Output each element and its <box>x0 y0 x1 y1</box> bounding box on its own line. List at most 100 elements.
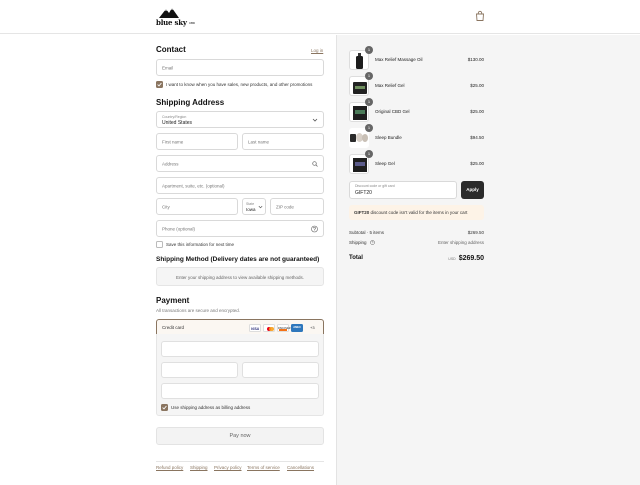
item-price: $25.00 <box>470 83 484 88</box>
shipping-method-heading: Shipping Method (Delivery dates are not … <box>156 256 320 263</box>
chevron-down-icon <box>258 205 263 208</box>
shipping-method-notice: Enter your shipping address to view avai… <box>156 267 324 286</box>
item-price: $25.00 <box>470 109 484 114</box>
credit-card-option[interactable]: Credit card VISA DISCOVER AMEX +3 <box>156 319 324 335</box>
footer-divider <box>156 461 324 462</box>
save-info-checkbox[interactable] <box>156 241 163 248</box>
last-name-field[interactable]: Last name <box>242 133 324 150</box>
search-icon <box>312 160 318 167</box>
name-on-card-field[interactable] <box>161 383 319 399</box>
shipping-address-heading: Shipping Address <box>156 98 225 107</box>
footer-link-terms[interactable]: Terms of service <box>247 465 280 470</box>
address-placeholder: Address <box>162 161 179 166</box>
address-field[interactable]: Address <box>156 155 324 172</box>
discount-label: Discount code or gift card <box>355 184 395 188</box>
phone-field[interactable]: Phone (optional) <box>156 220 324 237</box>
state-label: State <box>246 202 255 206</box>
quantity-badge: 1 <box>365 124 373 132</box>
payment-heading: Payment <box>156 296 190 305</box>
quantity-badge: 1 <box>365 72 373 80</box>
discount-warning-text: GIFT20 discount code isn't valid for the… <box>354 210 467 215</box>
state-value: Iowa <box>246 207 256 212</box>
payment-subtitle: All transactions are secure and encrypte… <box>156 308 241 313</box>
subtotal-value: $269.50 <box>467 230 484 235</box>
currency-code: USD <box>448 257 456 261</box>
subtotal-label: Subtotal · 5 items <box>349 230 385 235</box>
site-header: blue sky CBD <box>0 0 640 34</box>
subtotal-row: Subtotal · 5 items $269.50 <box>349 230 484 235</box>
billing-same-label: Use shipping address as billing address <box>171 405 251 410</box>
cart-item: 1 Max Relief Massage Oil $130.00 <box>349 46 484 70</box>
footer-link-shipping[interactable]: Shipping <box>190 465 208 470</box>
city-placeholder: City <box>162 204 170 209</box>
total-amount: USD $269.50 <box>448 255 484 262</box>
discount-code-field[interactable]: Discount code or gift card GIFT20 <box>349 181 457 199</box>
discover-icon: DISCOVER <box>277 324 291 332</box>
discount-warning: GIFT20 discount code isn't valid for the… <box>349 205 484 220</box>
item-price: $25.00 <box>470 161 484 166</box>
first-name-field[interactable]: First name <box>156 133 238 150</box>
amex-icon: AMEX <box>291 324 303 332</box>
shopping-bag-icon <box>476 10 484 21</box>
quantity-badge: 1 <box>365 150 373 158</box>
pay-now-button[interactable]: Pay now <box>156 427 324 445</box>
checkmark-icon <box>157 82 162 87</box>
shipping-value: Enter shipping address <box>437 240 484 245</box>
shipping-row: Shipping Enter shipping address <box>349 240 484 245</box>
item-price: $130.00 <box>467 57 484 62</box>
save-info-label: Save this information for next time <box>166 242 235 247</box>
quantity-badge: 1 <box>365 46 373 54</box>
discount-warning-message: discount code isn't valid for the items … <box>369 210 468 215</box>
chevron-down-icon <box>312 118 318 122</box>
security-code-field[interactable] <box>242 362 319 378</box>
country-label: Country/Region <box>162 115 187 119</box>
shipping-method-message: Enter your shipping address to view avai… <box>175 275 305 280</box>
first-name-placeholder: First name <box>162 139 184 144</box>
item-name: Max Relief Massage Oil <box>375 57 423 62</box>
visa-icon: VISA <box>249 324 261 332</box>
logo-text: blue sky CBD <box>156 18 195 27</box>
expiration-date-field[interactable] <box>161 362 238 378</box>
card-details-form: Use shipping address as billing address <box>156 334 324 416</box>
zip-field[interactable]: ZIP code <box>270 198 324 215</box>
total-label: Total <box>349 255 363 261</box>
shipping-label: Shipping <box>349 240 367 245</box>
footer-link-cancellations[interactable]: Cancellations <box>287 465 314 470</box>
help-circle-icon[interactable] <box>370 240 375 245</box>
country-select[interactable]: Country/Region United States <box>156 111 324 128</box>
apply-discount-button[interactable]: Apply <box>461 181 484 199</box>
city-field[interactable]: City <box>156 198 238 215</box>
footer-link-privacy[interactable]: Privacy policy <box>214 465 242 470</box>
help-circle-icon[interactable] <box>311 225 318 232</box>
checkmark-icon <box>162 405 167 410</box>
apply-label: Apply <box>466 187 479 192</box>
email-placeholder: Email <box>162 65 174 70</box>
mastercard-icon <box>263 324 275 332</box>
quantity-badge: 1 <box>365 98 373 106</box>
brand-logo[interactable]: blue sky CBD <box>156 7 196 27</box>
cart-bag-button[interactable] <box>474 10 486 22</box>
state-select[interactable]: State Iowa <box>242 198 266 215</box>
country-value: United States <box>162 120 193 126</box>
item-name: Sleep Gel <box>375 161 395 166</box>
apartment-field[interactable]: Apartment, suite, etc. (optional) <box>156 177 324 194</box>
contact-heading: Contact <box>156 45 186 54</box>
mountain-logo-icon <box>159 8 179 18</box>
marketing-optin-checkbox[interactable] <box>156 81 163 88</box>
phone-placeholder: Phone (optional) <box>162 226 196 231</box>
email-field[interactable]: Email <box>156 59 324 76</box>
credit-card-label: Credit card <box>162 325 185 330</box>
billing-same-checkbox[interactable] <box>161 404 168 411</box>
discount-warning-code: GIFT20 <box>354 210 370 215</box>
card-number-field[interactable] <box>161 341 319 357</box>
item-name: Sleep Bundle <box>375 135 402 140</box>
item-name: Original CBD Gel <box>375 109 410 114</box>
pay-now-label: Pay now <box>229 433 251 439</box>
item-name: Max Relief Gel <box>375 83 405 88</box>
login-link[interactable]: Log in <box>311 48 323 53</box>
cart-item: 1 Original CBD Gel $25.00 <box>349 98 484 122</box>
total-row: Total USD $269.50 <box>349 255 484 262</box>
footer-link-refund[interactable]: Refund policy <box>156 465 183 470</box>
last-name-placeholder: Last name <box>248 139 270 144</box>
item-price: $94.50 <box>470 135 484 140</box>
